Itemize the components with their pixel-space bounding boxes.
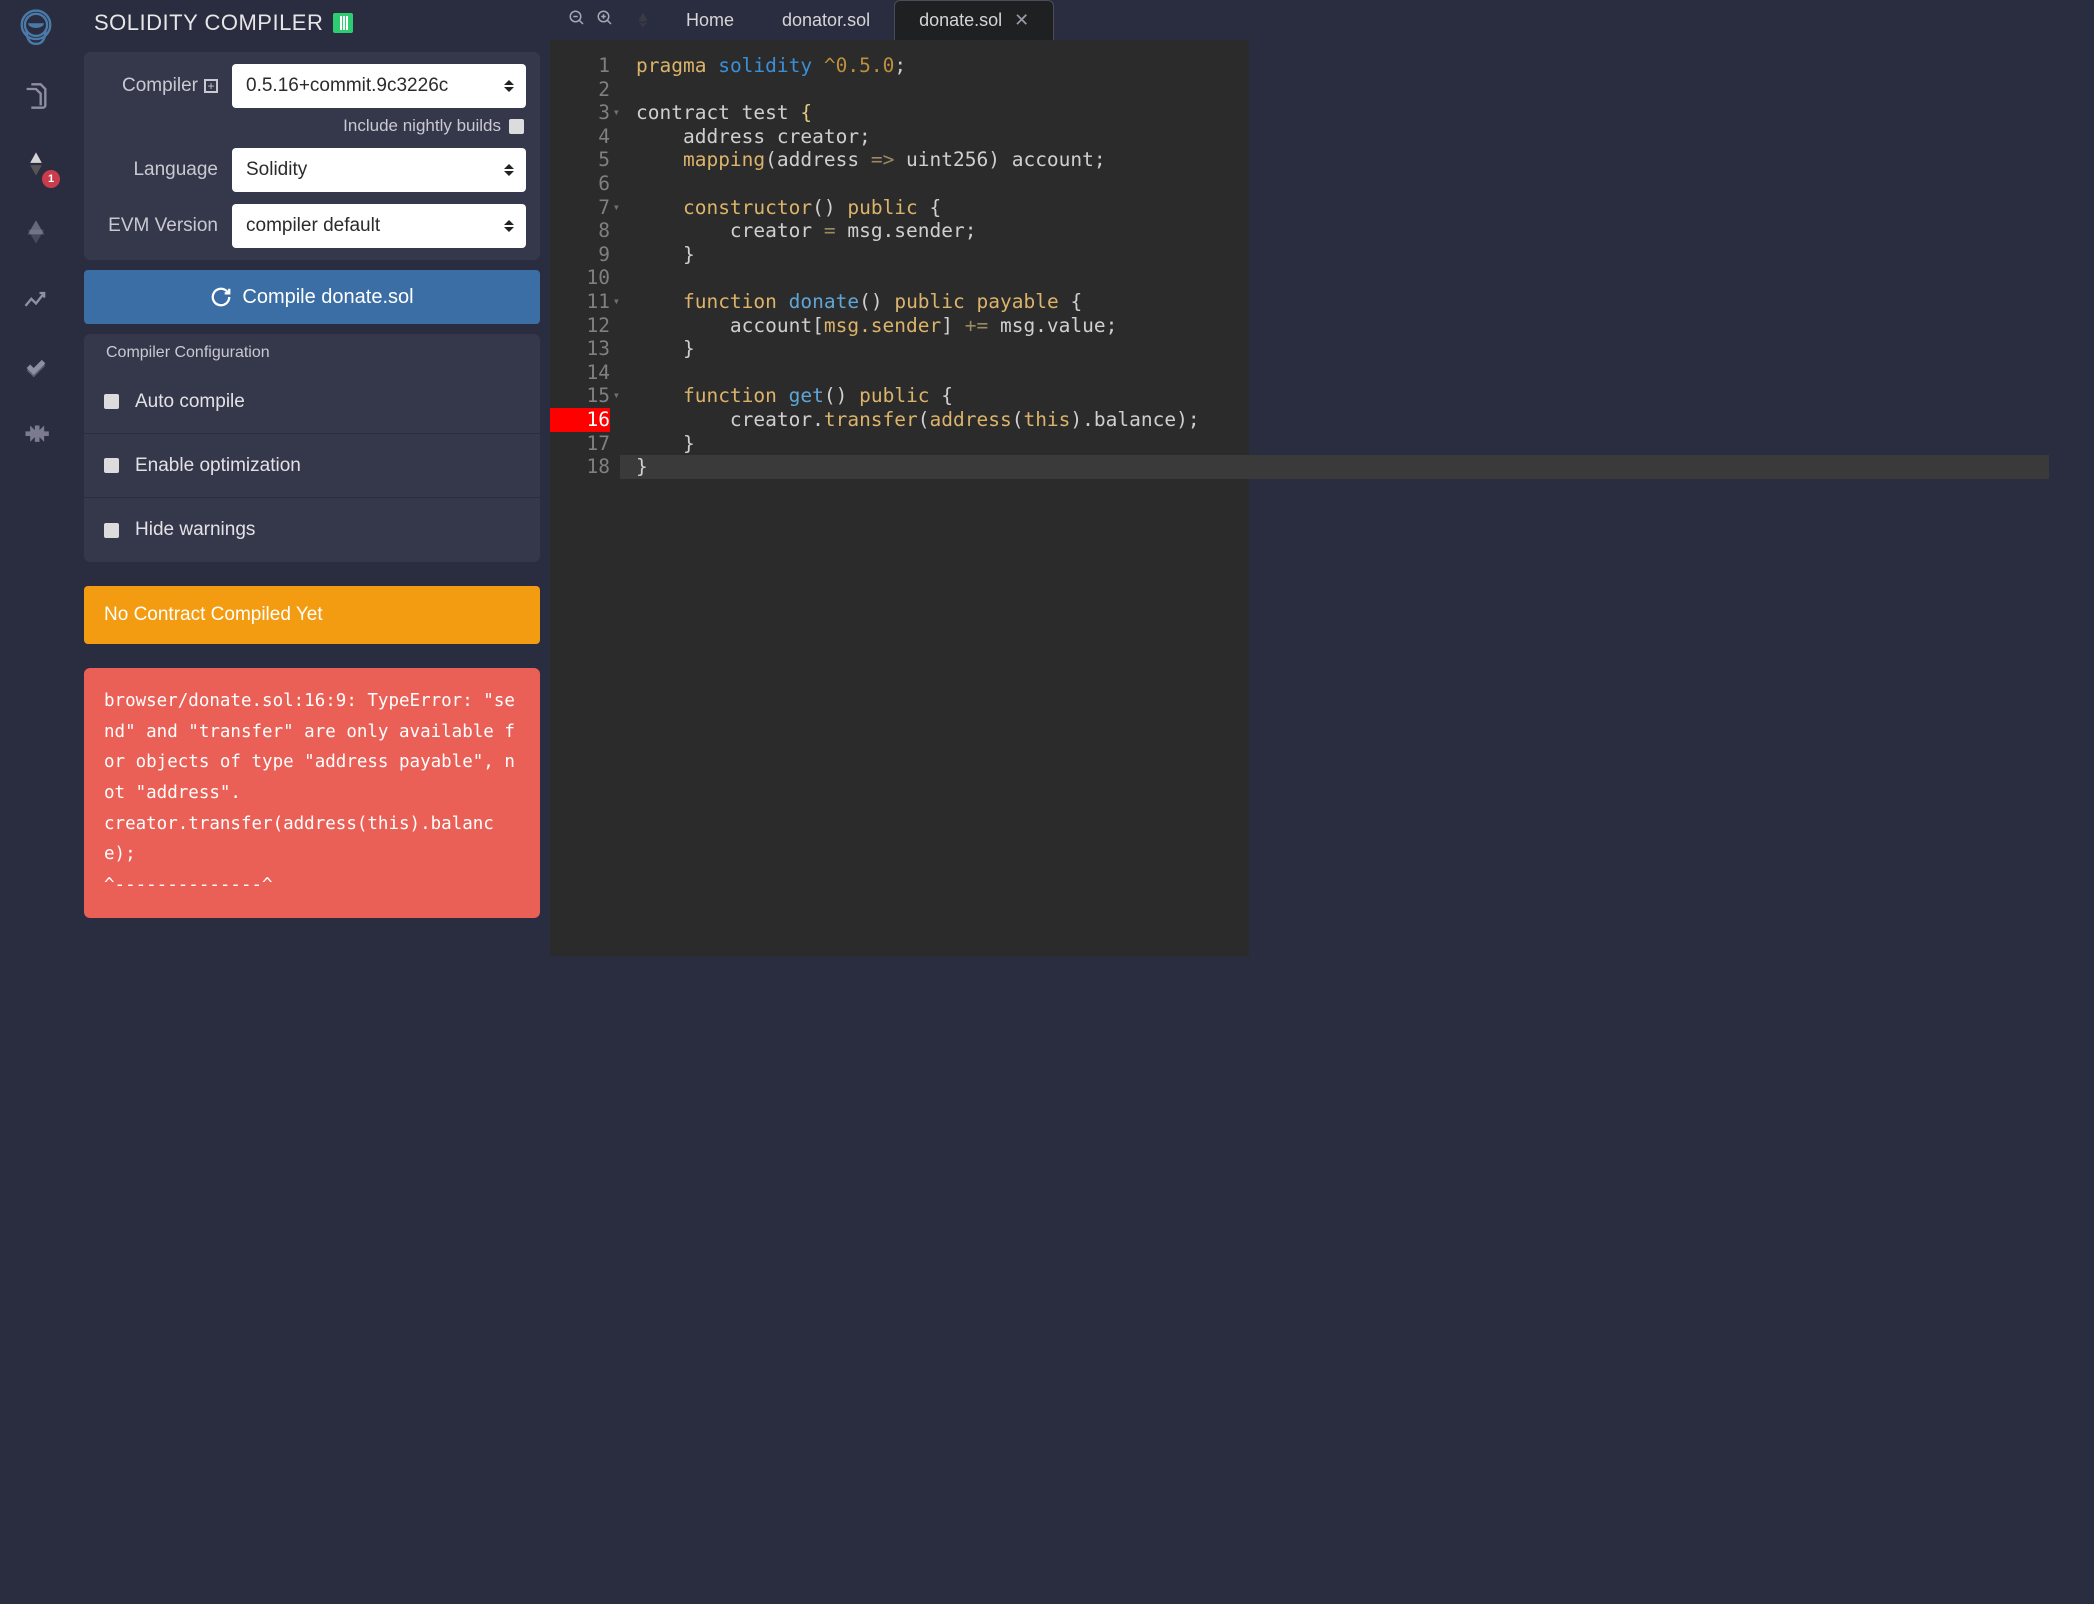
file-explorer-icon[interactable] [16, 76, 56, 116]
plugin-manager-icon[interactable] [16, 416, 56, 456]
evm-version-select[interactable]: compiler default [232, 204, 526, 248]
error-line-marker[interactable]: 16 [550, 408, 610, 432]
language-select[interactable]: Solidity [232, 148, 526, 192]
compile-button[interactable]: Compile donate.sol [84, 270, 540, 324]
debugger-icon[interactable] [16, 348, 56, 388]
optimization-label: Enable optimization [135, 455, 301, 477]
compiler-version-select[interactable]: 0.5.16+commit.9c3226c [232, 64, 526, 108]
error-count-badge: 1 [42, 170, 60, 188]
code-content[interactable]: pragma solidity ^0.5.0; contract test { … [620, 40, 1249, 956]
hide-warnings-checkbox[interactable] [104, 523, 119, 538]
analysis-icon[interactable] [16, 280, 56, 320]
evm-version-label: EVM Version [108, 215, 218, 237]
close-icon[interactable]: ✕ [1014, 10, 1029, 31]
tab-donator[interactable]: donator.sol [758, 0, 894, 40]
remix-logo-icon[interactable] [16, 8, 56, 48]
compiler-panel: SOLIDITY COMPILER Compiler + 0.5.16+comm… [72, 0, 550, 956]
refresh-icon [210, 286, 232, 308]
tab-donate[interactable]: donate.sol ✕ [894, 0, 1054, 40]
nightly-label: Include nightly builds [343, 116, 501, 136]
add-compiler-icon[interactable]: + [204, 79, 218, 93]
compiler-label: Compiler + [98, 75, 218, 97]
language-label: Language [133, 159, 218, 181]
zoom-out-icon[interactable] [568, 9, 586, 32]
panel-title: SOLIDITY COMPILER [94, 10, 323, 36]
deploy-run-icon[interactable] [16, 212, 56, 252]
eth-tab-icon[interactable] [624, 0, 662, 40]
auto-compile-label: Auto compile [135, 391, 245, 413]
auto-compile-checkbox[interactable] [104, 394, 119, 409]
compiler-error[interactable]: browser/donate.sol:16:9: TypeError: "sen… [84, 668, 540, 918]
tab-home[interactable]: Home [662, 0, 758, 40]
contract-status: No Contract Compiled Yet [84, 586, 540, 644]
nightly-checkbox[interactable] [509, 119, 524, 134]
tab-bar: Home donator.sol donate.sol ✕ [550, 0, 1249, 40]
config-subtitle: Compiler Configuration [84, 344, 540, 370]
icon-sidebar: 1 [0, 0, 72, 956]
line-number-gutter: 1 2 3 4 5 6 7 8 9 10 11 12 13 14 15 16 1… [550, 40, 620, 956]
solidity-compiler-icon[interactable]: 1 [16, 144, 56, 184]
zoom-in-icon[interactable] [596, 9, 614, 32]
code-editor[interactable]: 1 2 3 4 5 6 7 8 9 10 11 12 13 14 15 16 1… [550, 40, 1249, 956]
optimization-checkbox[interactable] [104, 458, 119, 473]
docs-icon[interactable] [333, 13, 353, 33]
hide-warnings-label: Hide warnings [135, 519, 255, 541]
